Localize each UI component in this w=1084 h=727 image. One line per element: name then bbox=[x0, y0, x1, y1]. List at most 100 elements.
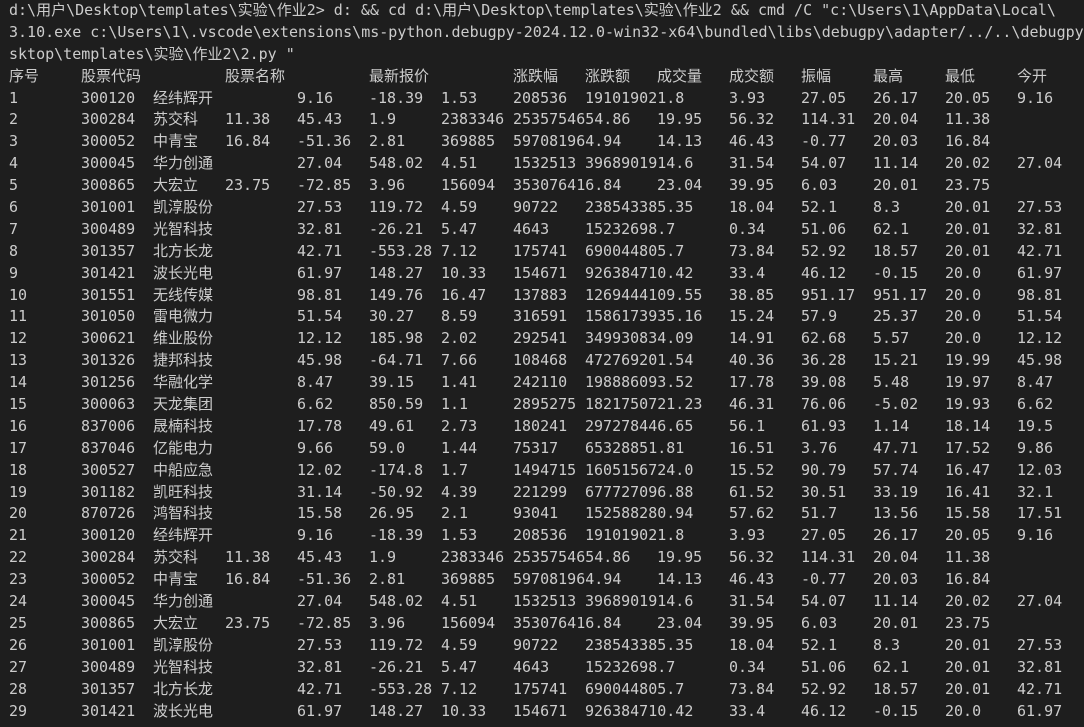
table-cell: 52.92 bbox=[801, 679, 847, 698]
table-cell: 30.27 bbox=[369, 307, 415, 326]
table-cell: 19.5 bbox=[1017, 416, 1054, 435]
table-cell: 31.54 bbox=[729, 592, 775, 611]
table-row: 7 300489 光智科技 32.81 -26.21 5.47 4643 15232698.7… bbox=[9, 219, 1084, 241]
table-cell: 20 bbox=[9, 504, 28, 523]
table-cell: 11.14 bbox=[873, 154, 919, 173]
table-cell: 18.04 bbox=[729, 635, 775, 654]
table-cell: 46.43 bbox=[729, 570, 775, 589]
table-cell: 46.12 bbox=[801, 701, 847, 720]
table-cell: -0.77 bbox=[801, 570, 847, 589]
table-cell: 16.47 bbox=[441, 285, 487, 304]
table-cell: 凯淳股份 bbox=[153, 198, 214, 217]
table-cell: 16.47 bbox=[945, 460, 991, 479]
table-cell: 114.31 bbox=[801, 548, 856, 567]
table-row: 26 301001 凯淳股份 27.53 119.72 4.59 90722 23854338… bbox=[9, 635, 1084, 657]
table-cell: 45.43 bbox=[297, 110, 343, 129]
table-cell: 1.14 bbox=[873, 416, 910, 435]
table-cell: 天龙集团 bbox=[153, 395, 214, 414]
table-cell: 2.81 bbox=[369, 570, 406, 589]
table-cell: 2895275 bbox=[513, 395, 577, 414]
table-cell: 39.95 bbox=[729, 176, 775, 195]
table-cell: 301050 bbox=[81, 307, 136, 326]
table-cell: 20.0 bbox=[945, 329, 982, 348]
table-cell: 926384710.42 bbox=[585, 701, 694, 720]
table-cell: 9.16 bbox=[1017, 88, 1054, 107]
table-cell: 1.9 bbox=[369, 548, 397, 567]
table-cell: 12.02 bbox=[297, 460, 343, 479]
table-cell: 90.79 bbox=[801, 460, 847, 479]
table-cell: 鸿智科技 bbox=[153, 504, 214, 523]
table-cell: 15.58 bbox=[945, 504, 991, 523]
table-cell: 25.37 bbox=[873, 307, 919, 326]
table-cell: 无线传媒 bbox=[153, 285, 214, 304]
table-cell: -72.85 bbox=[297, 176, 352, 195]
table-cell: 369885 bbox=[441, 132, 496, 151]
table-cell: 597081964.94 bbox=[513, 132, 622, 151]
table-cell: 90722 bbox=[513, 198, 559, 217]
header-cell: 最高 bbox=[873, 66, 904, 85]
table-cell: 52.92 bbox=[801, 241, 847, 260]
table-cell: 17.52 bbox=[945, 438, 991, 457]
table-cell: 16.41 bbox=[945, 482, 991, 501]
table-cell: 亿能电力 bbox=[153, 438, 214, 457]
table-cell: 23.75 bbox=[225, 613, 271, 632]
table-cell: 45.98 bbox=[297, 351, 343, 370]
table-cell: 1269444109.55 bbox=[585, 285, 703, 304]
table-cell: 15232698.7 bbox=[585, 657, 676, 676]
table-cell: 57.62 bbox=[729, 504, 775, 523]
table-cell: 300489 bbox=[81, 657, 136, 676]
table-cell: 华力创通 bbox=[153, 592, 214, 611]
table-cell: 1.44 bbox=[441, 438, 478, 457]
table-cell: 4643 bbox=[513, 657, 550, 676]
table-cell: 45.43 bbox=[297, 548, 343, 567]
table-cell: 353076416.84 bbox=[513, 613, 622, 632]
table-cell: 12 bbox=[9, 329, 28, 348]
table-cell: 23.04 bbox=[657, 613, 703, 632]
table-cell: 49.61 bbox=[369, 416, 415, 435]
table-cell: 2.02 bbox=[441, 329, 478, 348]
table-cell: 690044805.7 bbox=[585, 679, 685, 698]
table-cell: 7.12 bbox=[441, 679, 478, 698]
table-cell: 29 bbox=[9, 701, 28, 720]
terminal-output[interactable]: d:\用户\Desktop\templates\实验\作业2> d: && cd… bbox=[0, 0, 1084, 727]
table-cell: 59.0 bbox=[369, 438, 406, 457]
table-cell: 38.85 bbox=[729, 285, 775, 304]
table-cell: 837046 bbox=[81, 438, 136, 457]
table-cell: 54.07 bbox=[801, 592, 847, 611]
table-cell: 33.4 bbox=[729, 701, 766, 720]
table-cell: 119.72 bbox=[369, 198, 424, 217]
table-cell: 9.16 bbox=[1017, 526, 1054, 545]
table-cell: 152588280.94 bbox=[585, 504, 694, 523]
table-row: 22 300284 苏交科 11.38 45.43 1.9 2383346 253575465… bbox=[9, 547, 1084, 569]
table-cell: 23.04 bbox=[657, 176, 703, 195]
table-cell: 0.34 bbox=[729, 657, 766, 676]
table-cell: 301551 bbox=[81, 285, 136, 304]
command-line-3: sktop\templates\实验\作业2\2.py " bbox=[9, 44, 295, 63]
table-cell: 北方长龙 bbox=[153, 679, 214, 698]
table-cell: 191019021.8 bbox=[585, 88, 685, 107]
table-cell: 雷电微力 bbox=[153, 307, 214, 326]
table-cell: 56.32 bbox=[729, 110, 775, 129]
table-cell: -553.28 bbox=[369, 241, 433, 260]
table-cell: 369885 bbox=[441, 570, 496, 589]
table-cell: 20.03 bbox=[873, 132, 919, 151]
table-cell: 1532513 bbox=[513, 154, 577, 173]
table-cell: 波长光电 bbox=[153, 263, 214, 282]
table-cell: 300865 bbox=[81, 176, 136, 195]
table-cell: 6.62 bbox=[297, 395, 334, 414]
table-cell: 75317 bbox=[513, 438, 559, 457]
table-cell: -5.02 bbox=[873, 395, 919, 414]
table-cell: 经纬辉开 bbox=[153, 526, 214, 545]
table-cell: 11 bbox=[9, 307, 28, 326]
table-cell: 32.81 bbox=[1017, 219, 1063, 238]
table-row: 10 301551 无线传媒 98.81 149.76 16.47 137883 126944… bbox=[9, 285, 1084, 307]
table-cell: 11.38 bbox=[945, 110, 991, 129]
table-cell: 27.04 bbox=[1017, 154, 1063, 173]
table-cell: 20.01 bbox=[873, 176, 919, 195]
table-cell: 185.98 bbox=[369, 329, 424, 348]
table-cell: 61.93 bbox=[801, 416, 847, 435]
table-cell: 8.47 bbox=[1017, 373, 1054, 392]
table-cell: 42.71 bbox=[1017, 679, 1063, 698]
table-cell: -553.28 bbox=[369, 679, 433, 698]
table-cell: 26.17 bbox=[873, 88, 919, 107]
